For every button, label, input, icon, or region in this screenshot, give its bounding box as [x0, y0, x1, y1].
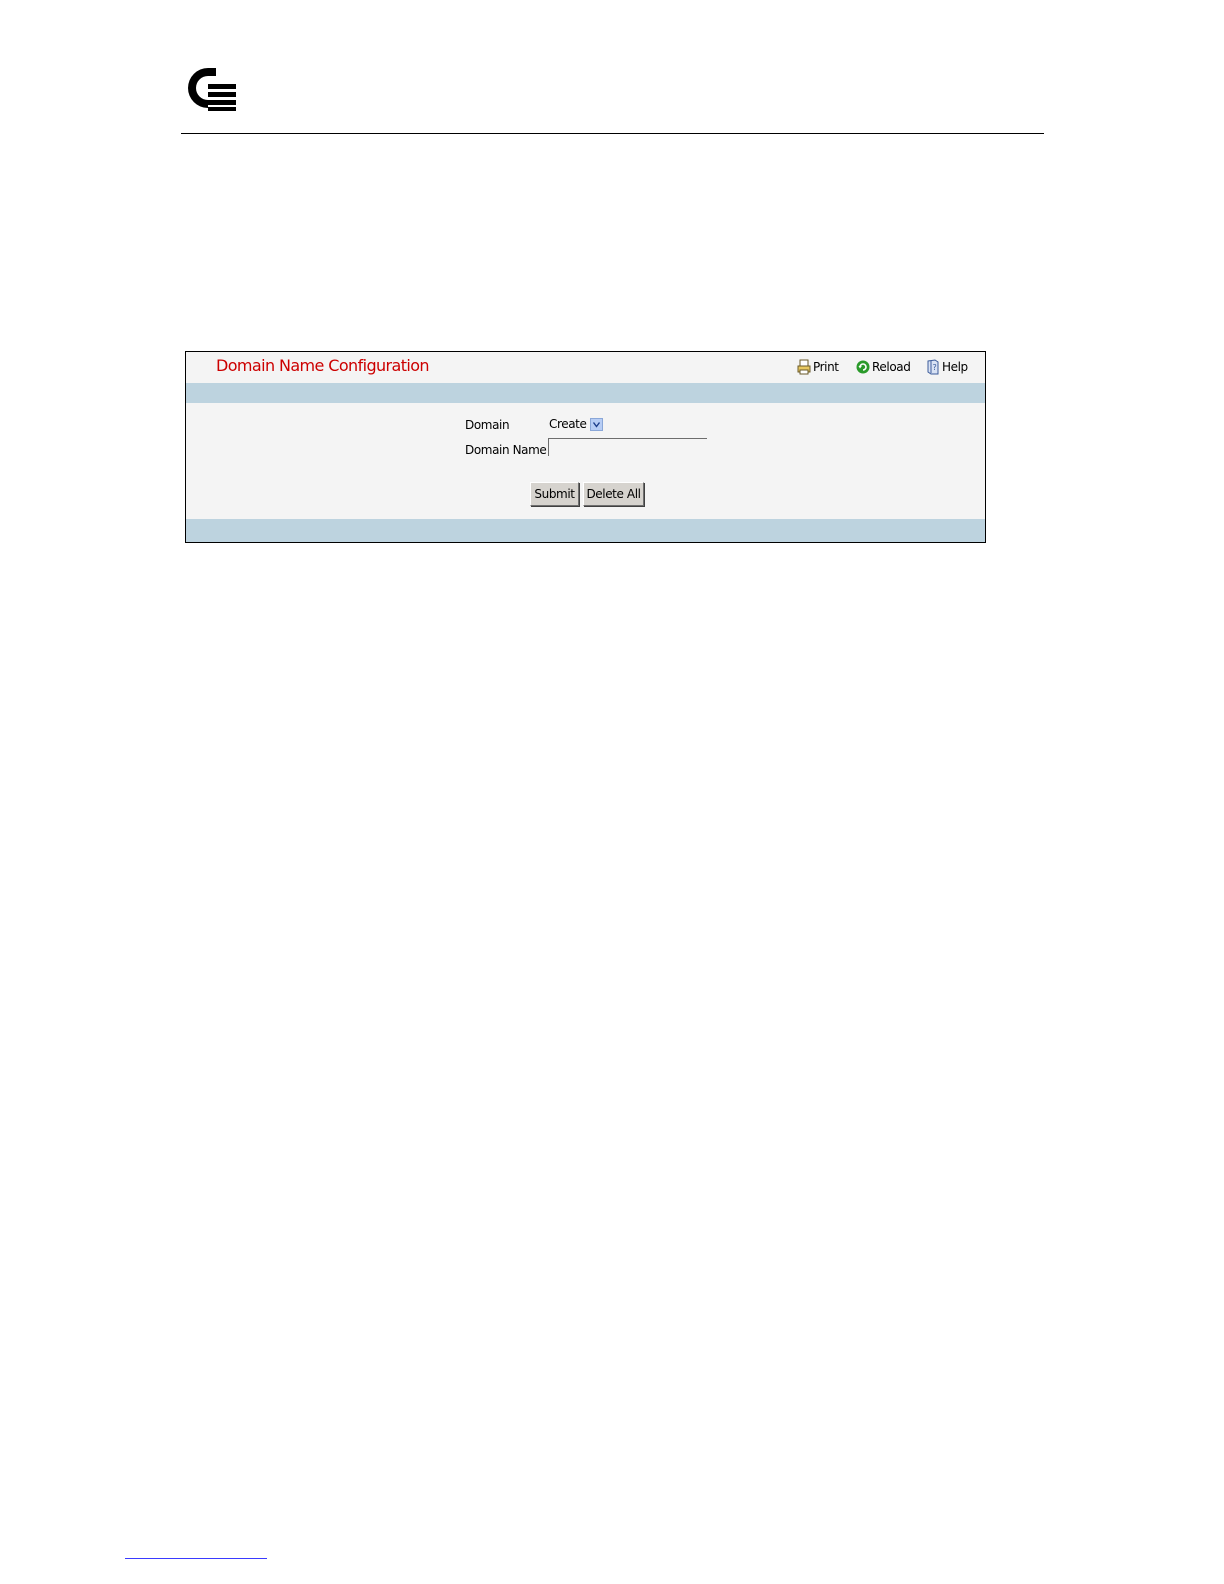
- help-label: Help: [942, 360, 968, 374]
- domain-name-input[interactable]: [548, 438, 707, 456]
- print-button[interactable]: Print: [797, 358, 839, 376]
- printer-icon: [797, 359, 811, 375]
- header-divider: [181, 133, 1044, 134]
- help-button[interactable]: ? Help: [926, 358, 968, 376]
- domain-label: Domain: [465, 418, 510, 432]
- page-title: Domain Name Configuration: [216, 356, 430, 375]
- delete-all-button[interactable]: Delete All: [583, 482, 644, 506]
- reload-icon: [856, 359, 870, 375]
- chevron-down-icon[interactable]: [590, 417, 604, 431]
- footer-link-underline: [125, 1558, 267, 1559]
- svg-text:?: ?: [933, 363, 937, 372]
- help-icon: ?: [926, 359, 940, 375]
- company-logo-icon: [184, 64, 240, 114]
- domain-name-config-panel: Domain Name Configuration Print Reload ?…: [185, 351, 986, 543]
- print-label: Print: [813, 360, 839, 374]
- panel-header: Domain Name Configuration Print Reload ?…: [186, 352, 985, 383]
- header-band: [186, 383, 985, 403]
- domain-name-label: Domain Name: [465, 443, 547, 457]
- reload-button[interactable]: Reload: [856, 358, 911, 376]
- submit-button[interactable]: Submit: [530, 482, 579, 506]
- reload-label: Reload: [872, 360, 911, 374]
- footer-band: [186, 519, 985, 542]
- domain-select-value: Create: [549, 417, 587, 431]
- domain-select[interactable]: Create: [549, 416, 604, 432]
